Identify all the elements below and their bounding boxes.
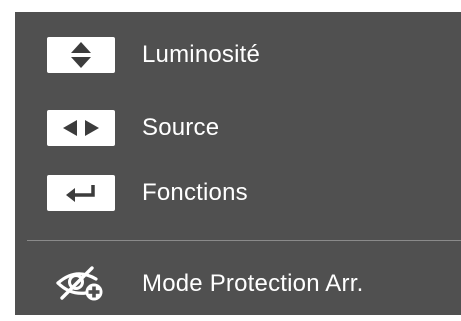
- menu-item-label: Luminosité: [142, 41, 261, 68]
- up-down-arrows-icon: [71, 42, 91, 68]
- enter-key[interactable]: [47, 175, 115, 211]
- osd-menu-panel: Luminosité Source Fonctions Mode Protect…: [15, 12, 461, 315]
- menu-item-label: Fonctions: [142, 179, 248, 206]
- eye-saver-icon: [51, 264, 111, 304]
- enter-icon: [66, 185, 95, 202]
- menu-item-fonctions[interactable]: Fonctions: [15, 170, 461, 216]
- left-right-arrows-icon: [63, 120, 99, 136]
- left-right-key[interactable]: [47, 110, 115, 146]
- menu-item-luminosite[interactable]: Luminosité: [15, 32, 461, 78]
- menu-item-label: Mode Protection Arr.: [142, 270, 364, 297]
- menu-divider: [27, 240, 461, 241]
- menu-item-eye-saver-mode[interactable]: Mode Protection Arr.: [15, 261, 461, 307]
- up-down-key[interactable]: [47, 37, 115, 73]
- menu-item-source[interactable]: Source: [15, 105, 461, 151]
- menu-item-label: Source: [142, 114, 220, 141]
